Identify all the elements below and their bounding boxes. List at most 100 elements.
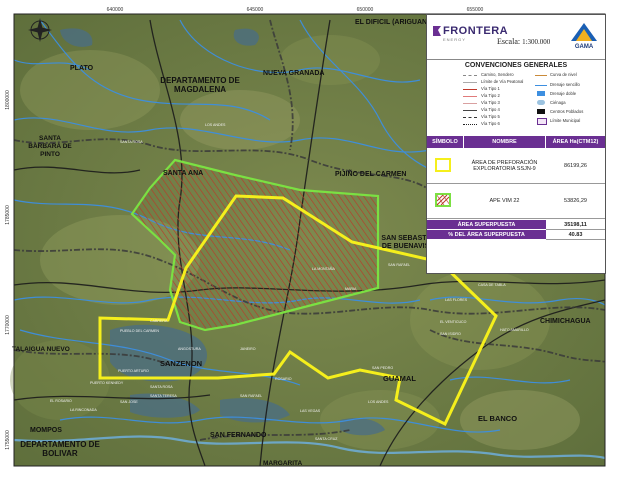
town-label: LA MONTAÑA <box>312 266 336 271</box>
town-label: LAS VEGAS <box>300 409 321 413</box>
road1-swatch <box>463 89 477 90</box>
label-dpto-bolivar-2: BOLIVAR <box>42 449 78 458</box>
overlap-area-value: 35198,11 <box>546 220 605 230</box>
header-symbol: SÍMBOLO <box>427 136 463 148</box>
legend-item: Drenaje sencillo <box>550 82 580 87</box>
town-label: LA RINCONADA <box>70 408 97 412</box>
label-plato: PLATO <box>70 65 94 72</box>
legend-item: Vía Tipo 2 <box>481 93 500 98</box>
town-label: LOS ANDES <box>368 400 389 404</box>
legend-item: Camino, Sendero <box>481 72 514 77</box>
cienaga-swatch <box>537 100 545 105</box>
table-row: ÁREA DE PREFORACIÓN EXPLORATORIA SSJN-9 … <box>427 149 605 184</box>
coord-left-4: 1755000 <box>5 430 11 450</box>
label-margarita: MARGARITA <box>263 460 303 467</box>
road3-swatch <box>463 103 477 104</box>
label-santa-ana: SANTA ANA <box>163 170 203 177</box>
row-area: 86199,26 <box>564 163 587 169</box>
town-label: SAN PEDRO <box>372 366 393 370</box>
legend-item: Ciénaga <box>550 100 566 105</box>
legend-item: Vía Tipo 6 <box>481 121 500 126</box>
legend-item: Vía Tipo 5 <box>481 114 500 119</box>
road2-swatch <box>463 96 477 97</box>
label-dpto-magdalena-2: MAGDALENA <box>174 85 226 94</box>
town-label: SAN RAFAEL <box>388 263 410 267</box>
town-label: ANGOSTURA <box>178 347 201 351</box>
legend-item: Límite Municipal <box>550 118 581 123</box>
label-el-dificil: EL DIFICIL (ARIGUANI) <box>355 19 431 26</box>
town-label: JANEIRO <box>240 347 256 351</box>
row-name: APE VIM 22 <box>489 198 520 204</box>
brand-name: FRONTERA <box>443 25 509 37</box>
label-talaigua: TALAIGUA NUEVO <box>12 346 70 353</box>
label-guamal: GUAMAL <box>383 374 416 383</box>
drain-single-swatch <box>535 85 547 86</box>
town-label: EL VENTICUCO <box>440 320 467 324</box>
contour-swatch <box>535 75 547 76</box>
scale-value: 1:300.000 <box>522 38 551 46</box>
town-label: LOS ANDES <box>205 123 226 127</box>
legend-item: Límite de Vía Peatonal <box>481 79 524 84</box>
town-label: HATO AMARILLO <box>500 328 529 332</box>
town-label: LAS FLORES <box>445 298 468 302</box>
label-sanzenon: SANZENON <box>160 359 202 368</box>
scale-text: Escala: 1:300.000 <box>497 37 550 46</box>
legend-item: Centros Poblados <box>550 109 584 114</box>
legend-title: CONVENCIONES GENERALES <box>464 62 568 69</box>
town-label: SANTA ROSA <box>120 140 143 144</box>
town-label: PUERTO ARTURO <box>118 369 149 373</box>
legend-item: Drenaje doble <box>550 91 577 96</box>
overlap-percent-value: 40.83 <box>546 230 605 240</box>
coord-top-3: 650000 <box>357 7 374 13</box>
pedestrian-swatch <box>463 82 477 83</box>
coord-left-3: 1770000 <box>5 315 11 335</box>
legend-panel: FRONTERA ENERGY Escala: 1:300.000 GAMA C… <box>426 14 606 274</box>
legend-item: Vía Tipo 3 <box>481 100 500 105</box>
ape-vim-22-symbol <box>435 193 451 207</box>
coord-top-4: 655000 <box>467 7 484 13</box>
scale-label: Escala: <box>497 37 521 46</box>
town-label: ROSARIO <box>275 377 292 381</box>
gama-logo-icon: GAMA <box>571 23 597 50</box>
town-swatch <box>537 109 545 114</box>
label-santa-barbara-3: PINTO <box>40 151 60 158</box>
town-label: SANTA TERESA <box>150 394 177 398</box>
town-label: EL ROSARIO <box>50 399 72 403</box>
municipal-swatch <box>537 118 547 125</box>
title-block: FRONTERA ENERGY Escala: 1:300.000 GAMA <box>427 15 605 60</box>
town-label: SANTA ROSA <box>150 385 173 389</box>
legend-item: Curva de nivel <box>550 72 577 77</box>
legend-item: Vía Tipo 4 <box>481 107 500 112</box>
drain-double-swatch <box>537 91 545 96</box>
label-santa-barbara: SANTA <box>39 135 61 142</box>
town-label: SAN ISIDRO <box>440 332 461 336</box>
table-row: APE VIM 22 53826,29 <box>427 184 605 219</box>
label-mompos: MOMPOS <box>30 427 62 434</box>
label-dpto-bolivar: DEPARTAMENTO DE <box>20 440 100 449</box>
town-label: PUEBLO DEL CARMEN <box>120 329 159 333</box>
town-label: MARIA <box>345 287 357 291</box>
map-sheet: 640000 645000 650000 655000 1800000 1785… <box>0 0 619 480</box>
label-dpto-magdalena: DEPARTAMENTO DE <box>160 76 240 85</box>
frontera-logo-icon <box>433 26 441 36</box>
town-label: CABRERA <box>150 319 168 323</box>
label-el-banco: EL BANCO <box>478 414 517 423</box>
label-santa-barbara-2: BARBARA DE <box>28 143 72 150</box>
label-san-fernando: SAN FERNANDO <box>210 432 267 439</box>
header-area: ÁREA Ha(CTM12) <box>546 136 605 148</box>
overlap-area-label: ÁREA SUPERPUESTA <box>427 220 546 229</box>
coord-top-1: 640000 <box>107 7 124 13</box>
coord-top-2: 645000 <box>247 7 264 13</box>
row-area: 53826,29 <box>564 198 587 204</box>
overlap-percent-row: % DEL ÁREA SUPERPUESTA 40.83 <box>427 230 605 240</box>
label-nueva-granada: NUEVA GRANADA <box>263 70 324 77</box>
partner-name: GAMA <box>575 44 594 50</box>
overlap-percent-label: % DEL ÁREA SUPERPUESTA <box>427 230 546 239</box>
coord-left-1: 1800000 <box>5 90 11 110</box>
town-label: PUERTO KENNEDY <box>90 381 124 385</box>
overlap-area-row: ÁREA SUPERPUESTA 35198,11 <box>427 220 605 230</box>
town-label: CASA DE TABLA <box>478 283 506 287</box>
road6-swatch <box>463 124 477 125</box>
path-swatch <box>463 75 477 76</box>
row-name: ÁREA DE PREFORACIÓN EXPLORATORIA SSJN-9 <box>471 160 538 172</box>
